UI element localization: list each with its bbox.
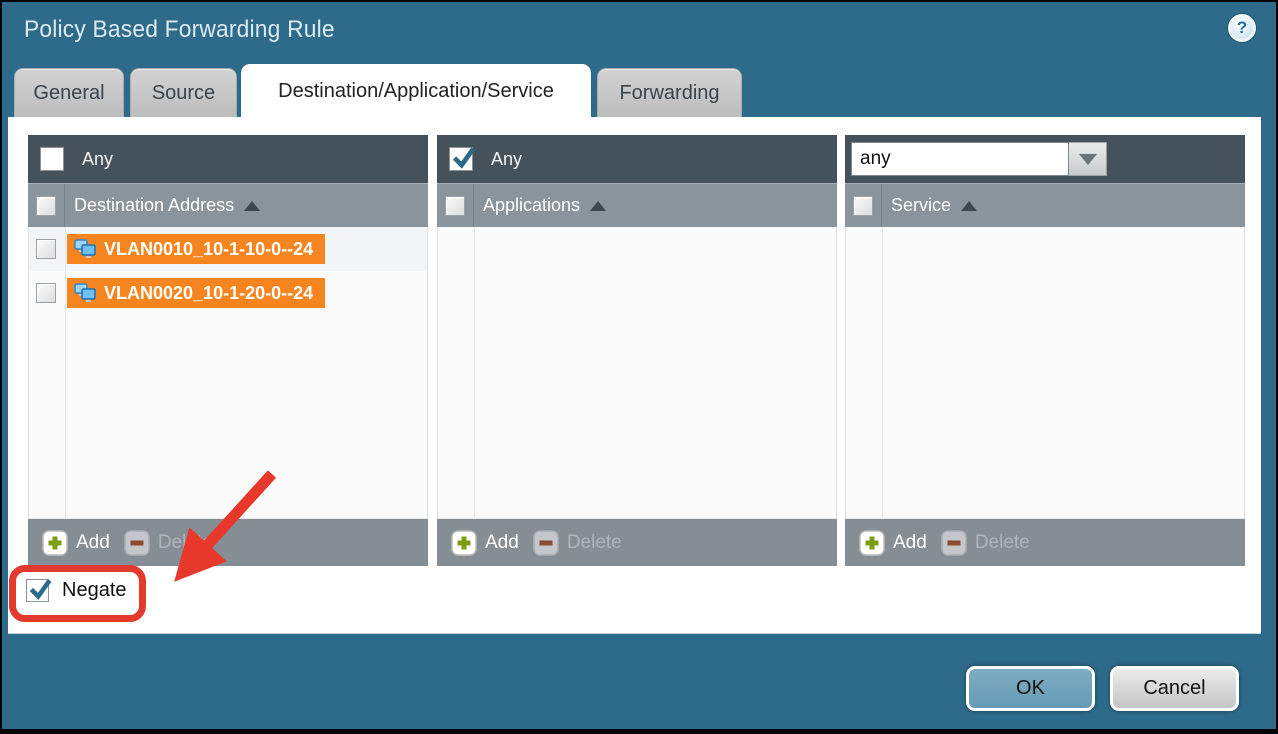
tab-general[interactable]: General	[14, 68, 124, 117]
cancel-button[interactable]: Cancel	[1110, 666, 1239, 711]
applications-list	[437, 227, 837, 518]
add-label: Add	[485, 532, 519, 554]
plus-icon	[859, 530, 885, 556]
row-checkbox[interactable]	[36, 283, 56, 303]
delete-button[interactable]: Delete	[941, 530, 1030, 556]
plus-icon	[451, 530, 477, 556]
delete-label: Delete	[567, 532, 622, 554]
service-column: Service Add	[845, 135, 1245, 566]
minus-icon	[533, 530, 559, 556]
table-row[interactable]: VLAN0010_10-1-10-0--24	[29, 227, 427, 271]
service-dropdown	[851, 142, 1107, 176]
address-object-chip[interactable]: VLAN0010_10-1-10-0--24	[67, 234, 325, 264]
destination-list: VLAN0010_10-1-10-0--24 VLAN0020_10-1-20-…	[28, 227, 428, 518]
service-dropdown-button[interactable]	[1069, 142, 1107, 176]
checkmark-icon	[451, 145, 477, 171]
destination-column-header: Destination Address	[28, 183, 428, 227]
address-object-label: VLAN0020_10-1-20-0--24	[104, 283, 313, 304]
add-label: Add	[76, 532, 110, 554]
sort-asc-icon	[961, 201, 977, 211]
service-header-label[interactable]: Service	[891, 195, 951, 216]
network-icon	[73, 283, 97, 303]
destination-select-all-checkbox[interactable]	[36, 196, 56, 216]
sort-asc-icon	[244, 201, 260, 211]
destination-any-checkbox[interactable]	[40, 147, 64, 171]
tab-source[interactable]: Source	[130, 68, 237, 117]
service-select-all-checkbox[interactable]	[853, 196, 873, 216]
applications-any-label: Any	[491, 149, 522, 170]
service-toolbar: Add Delete	[845, 518, 1245, 566]
chevron-down-icon	[1079, 154, 1097, 165]
service-column-header: Service	[845, 183, 1245, 227]
delete-label: Delete	[975, 532, 1030, 554]
add-button[interactable]: Add	[859, 530, 927, 556]
tab-destination-application-service[interactable]: Destination/Application/Service	[241, 64, 591, 117]
service-list	[845, 227, 1245, 518]
delete-label: Delete	[158, 532, 213, 554]
divider	[65, 227, 66, 518]
tab-forwarding[interactable]: Forwarding	[597, 68, 742, 117]
checkmark-icon	[28, 577, 53, 602]
destination-any-row: Any	[28, 135, 428, 183]
dialog-title: Policy Based Forwarding Rule	[24, 16, 335, 44]
table-row[interactable]: VLAN0020_10-1-20-0--24	[29, 271, 427, 315]
address-object-label: VLAN0010_10-1-10-0--24	[104, 239, 313, 260]
applications-column-header: Applications	[437, 183, 837, 227]
applications-header-label[interactable]: Applications	[483, 195, 580, 216]
negate-label: Negate	[62, 579, 127, 602]
applications-any-row: Any	[437, 135, 837, 183]
applications-column: Any Applications Add	[437, 135, 837, 566]
divider	[473, 184, 474, 227]
add-label: Add	[893, 532, 927, 554]
network-icon	[73, 239, 97, 259]
row-checkbox[interactable]	[36, 239, 56, 259]
applications-toolbar: Add Delete	[437, 518, 837, 566]
ok-button[interactable]: OK	[966, 666, 1095, 711]
divider	[881, 184, 882, 227]
pbf-rule-dialog: Policy Based Forwarding Rule ? General S…	[0, 0, 1278, 734]
add-button[interactable]: Add	[451, 530, 519, 556]
plus-icon	[42, 530, 68, 556]
sort-asc-icon	[590, 201, 606, 211]
negate-row: Negate	[26, 579, 127, 602]
destination-column: Any Destination Address	[28, 135, 428, 566]
help-icon[interactable]: ?	[1228, 14, 1256, 42]
delete-button[interactable]: Delete	[124, 530, 213, 556]
minus-icon	[124, 530, 150, 556]
destination-header-label[interactable]: Destination Address	[74, 195, 234, 216]
divider	[882, 227, 883, 518]
service-dropdown-row	[845, 135, 1245, 183]
divider	[64, 184, 65, 227]
destination-toolbar: Add Delete	[28, 518, 428, 566]
divider	[474, 227, 475, 518]
destination-any-label: Any	[82, 149, 113, 170]
minus-icon	[941, 530, 967, 556]
window-bottom-border	[0, 729, 1278, 734]
applications-select-all-checkbox[interactable]	[445, 196, 465, 216]
service-dropdown-input[interactable]	[851, 142, 1069, 176]
applications-any-checkbox[interactable]	[449, 147, 473, 171]
add-button[interactable]: Add	[42, 530, 110, 556]
address-object-chip[interactable]: VLAN0020_10-1-20-0--24	[67, 278, 325, 308]
negate-checkbox[interactable]	[26, 579, 49, 602]
delete-button[interactable]: Delete	[533, 530, 622, 556]
tab-content-panel: Any Destination Address	[8, 117, 1261, 634]
